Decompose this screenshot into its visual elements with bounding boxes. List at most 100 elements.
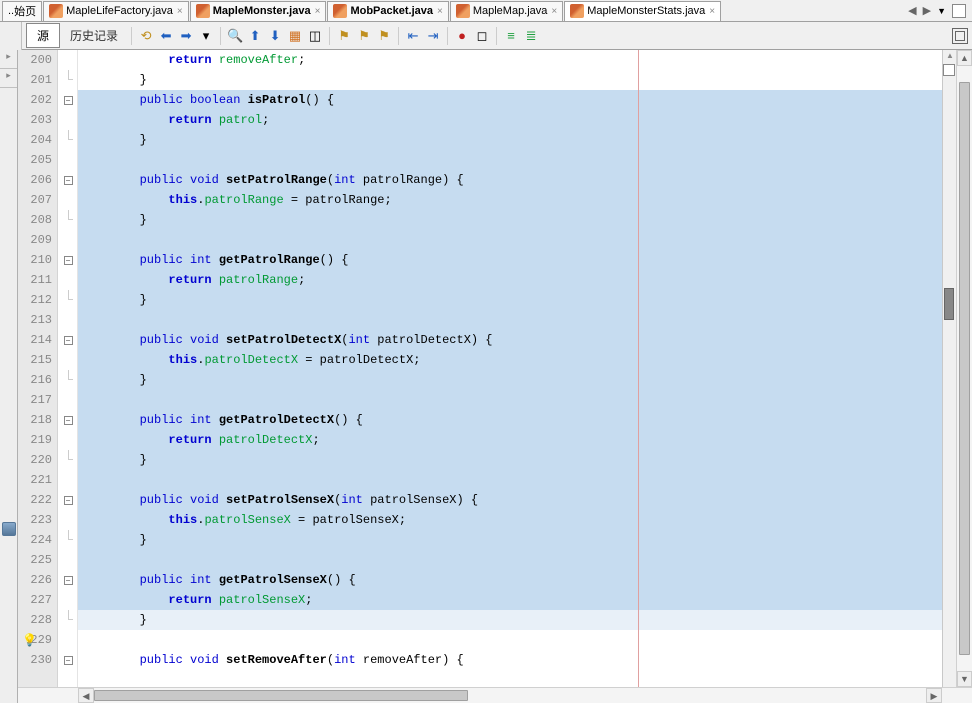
code-line[interactable]: public int getPatrolDetectX() { [78,410,942,430]
code-line[interactable]: return patrolDetectX; [78,430,942,450]
line-number[interactable]: 207 [18,190,58,210]
line-number[interactable]: 221 [18,470,58,490]
code-line[interactable]: this.patrolSenseX = patrolSenseX; [78,510,942,530]
side-tool-icon[interactable] [2,522,16,536]
code-line[interactable]: } [78,130,942,150]
fold-collapse-icon[interactable]: − [64,96,73,105]
comment-icon[interactable]: ≡ [502,27,520,45]
error-stripe[interactable]: ▲ [942,50,956,687]
prev-bookmark-icon[interactable]: ⚑ [335,27,353,45]
tab-list-dropdown-icon[interactable]: ▼ [937,6,946,16]
close-icon[interactable]: × [551,6,557,17]
line-number[interactable]: 215 [18,350,58,370]
nav-back-icon[interactable]: ◀ [908,4,916,17]
fold-collapse-icon[interactable]: − [64,256,73,265]
forward-icon[interactable]: ➡ [177,27,195,45]
scroll-down-icon[interactable]: ▼ [957,671,972,687]
code-line[interactable]: return patrol; [78,110,942,130]
code-line[interactable]: } [78,290,942,310]
line-number[interactable]: 205 [18,150,58,170]
side-collapse-icon[interactable]: ▸ [0,50,17,63]
fold-collapse-icon[interactable]: − [64,656,73,665]
shift-right-icon[interactable]: ⇥ [424,27,442,45]
toggle-bookmark-icon[interactable]: ⚑ [375,27,393,45]
line-number[interactable]: 212 [18,290,58,310]
find-prev-icon[interactable]: ⬆ [246,27,264,45]
line-number[interactable]: 219 [18,430,58,450]
code-line[interactable] [78,630,942,650]
scroll-thumb[interactable] [94,690,468,701]
nav-forward-icon[interactable]: ▶ [923,4,931,17]
code-line[interactable]: return patrolSenseX; [78,590,942,610]
line-number[interactable]: 228 [18,610,58,630]
uncomment-icon[interactable]: ≣ [522,27,540,45]
close-icon[interactable]: × [177,6,183,17]
error-stripe-mark[interactable] [944,288,954,320]
code-line[interactable]: this.patrolRange = patrolRange; [78,190,942,210]
close-icon[interactable]: × [437,6,443,17]
vertical-scrollbar[interactable]: ▲ ▼ [956,50,972,687]
find-next-icon[interactable]: ⬇ [266,27,284,45]
scroll-up-icon[interactable]: ▲ [957,50,972,66]
line-number[interactable]: 206 [18,170,58,190]
line-number[interactable]: 220 [18,450,58,470]
stripe-up-icon[interactable]: ▲ [946,51,954,60]
code-line[interactable]: public int getPatrolSenseX() { [78,570,942,590]
close-icon[interactable]: × [709,6,715,17]
find-selection-icon[interactable]: 🔍 [226,27,244,45]
scroll-thumb[interactable] [959,82,970,655]
code-line[interactable]: public void setPatrolDetectX(int patrolD… [78,330,942,350]
side-collapse-icon[interactable]: ▸ [0,69,17,82]
line-number[interactable]: 203 [18,110,58,130]
dropdown-icon[interactable]: ▾ [197,27,215,45]
line-number[interactable]: 211 [18,270,58,290]
code-line[interactable]: } [78,530,942,550]
tab-file-5[interactable]: MapleMonsterStats.java × [564,1,721,21]
code-line[interactable] [78,550,942,570]
line-number[interactable]: 210 [18,250,58,270]
close-icon[interactable]: × [315,6,321,17]
code-line[interactable]: return removeAfter; [78,50,942,70]
maximize-editor-icon[interactable] [952,28,968,44]
fold-collapse-icon[interactable]: − [64,416,73,425]
next-bookmark-icon[interactable]: ⚑ [355,27,373,45]
tab-file-4[interactable]: MapleMap.java × [450,1,563,21]
fold-collapse-icon[interactable]: − [64,176,73,185]
line-number[interactable]: 230 [18,650,58,670]
line-number[interactable]: 202 [18,90,58,110]
shift-left-icon[interactable]: ⇤ [404,27,422,45]
code-line[interactable]: return patrolRange; [78,270,942,290]
code-line[interactable] [78,150,942,170]
line-number[interactable]: 208 [18,210,58,230]
line-number[interactable]: 224 [18,530,58,550]
fold-collapse-icon[interactable]: − [64,336,73,345]
tab-file-2[interactable]: MapleMonster.java × [190,1,327,21]
error-stripe-box[interactable] [943,64,955,76]
line-number[interactable]: 204 [18,130,58,150]
code-line[interactable]: this.patrolDetectX = patrolDetectX; [78,350,942,370]
code-line[interactable] [78,310,942,330]
line-number[interactable]: 213 [18,310,58,330]
code-line[interactable]: public int getPatrolRange() { [78,250,942,270]
tab-home[interactable]: ..始页 [2,1,42,21]
toggle-highlight-icon[interactable]: ▦ [286,27,304,45]
code-line[interactable]: public void setPatrolSenseX(int patrolSe… [78,490,942,510]
fold-collapse-icon[interactable]: − [64,496,73,505]
history-view-tab[interactable]: 历史记录 [62,24,126,47]
code-line[interactable] [78,230,942,250]
line-number[interactable]: 225 [18,550,58,570]
code-line[interactable]: } [78,70,942,90]
horizontal-scrollbar[interactable]: ◀ ▶ [18,687,972,703]
code-line[interactable]: } [78,610,942,630]
line-number[interactable]: 201 [18,70,58,90]
line-number[interactable]: 200 [18,50,58,70]
code-line[interactable]: public void setPatrolRange(int patrolRan… [78,170,942,190]
line-number[interactable]: 209 [18,230,58,250]
line-number[interactable]: 222 [18,490,58,510]
tab-file-1[interactable]: MapleLifeFactory.java × [43,1,189,21]
line-number[interactable]: 218 [18,410,58,430]
last-edit-icon[interactable]: ⟲ [137,27,155,45]
code-line[interactable]: public boolean isPatrol() { [78,90,942,110]
maximize-icon[interactable] [952,4,966,18]
back-icon[interactable]: ⬅ [157,27,175,45]
